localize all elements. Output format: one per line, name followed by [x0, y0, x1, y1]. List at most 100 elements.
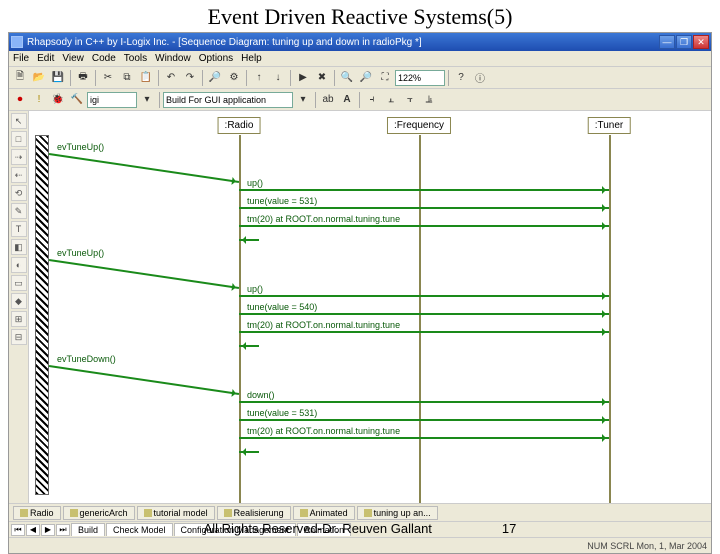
message-tm3[interactable]: [239, 437, 609, 439]
message-tuneup1[interactable]: [49, 153, 239, 183]
condition-tool-icon[interactable]: ◧: [11, 239, 27, 255]
stop-icon[interactable]: ✖: [313, 69, 331, 87]
minimize-button[interactable]: —: [659, 35, 675, 49]
help-icon[interactable]: ?: [452, 69, 470, 87]
dropdown2-icon[interactable]: ▾: [294, 91, 312, 109]
message-up1[interactable]: [239, 189, 609, 191]
menu-tools[interactable]: Tools: [124, 53, 147, 64]
text-icon[interactable]: ab: [319, 91, 337, 109]
zoom-out-icon[interactable]: 🔎: [357, 69, 375, 87]
open-icon[interactable]: 📂: [30, 69, 48, 87]
tool-palette: ↖ □ ⇢ ⇠ ⟲ ✎ T ◧ ◐ ▭ ◆ ⊞ ⊟: [9, 111, 29, 503]
menu-window[interactable]: Window: [155, 53, 191, 64]
close-button[interactable]: ✕: [693, 35, 709, 49]
save-icon[interactable]: 💾: [49, 69, 67, 87]
message-ret3[interactable]: [239, 451, 259, 453]
zoom-in-icon[interactable]: 🔍: [338, 69, 356, 87]
dropdown-icon[interactable]: ▾: [138, 91, 156, 109]
align2-icon[interactable]: ⫠: [382, 91, 400, 109]
browse-icon[interactable]: 🔎: [206, 69, 224, 87]
tab-tuning[interactable]: tuning up an...: [357, 506, 438, 520]
select-tool-icon[interactable]: ↖: [11, 113, 27, 129]
diagram-icon: [20, 509, 28, 517]
align4-icon[interactable]: ⫡: [420, 91, 438, 109]
tab-tutorial[interactable]: tutorial model: [137, 506, 215, 520]
sequence-diagram[interactable]: :Radio:Frequency:TunerevTuneUp()up()tune…: [29, 111, 711, 503]
build-icon[interactable]: 🔨: [68, 91, 86, 109]
align3-icon[interactable]: ⫟: [401, 91, 419, 109]
run-icon[interactable]: !: [30, 91, 48, 109]
font-icon[interactable]: A: [338, 91, 356, 109]
self-msg-tool-icon[interactable]: ⟲: [11, 185, 27, 201]
go-icon[interactable]: ▶: [294, 69, 312, 87]
message-down1[interactable]: [239, 401, 609, 403]
zoom-combo[interactable]: 122%: [395, 70, 445, 86]
lifeline-head-tuner[interactable]: :Tuner: [588, 117, 631, 134]
menu-help[interactable]: Help: [241, 53, 262, 64]
collapse-tool-icon[interactable]: ⊟: [11, 329, 27, 345]
config-combo[interactable]: igi: [87, 92, 137, 108]
toolbar-build: ⏺ ! 🐞 🔨 igi ▾ Build For GUI application …: [9, 89, 711, 111]
message-up2[interactable]: [239, 295, 609, 297]
lifeline-head-radio[interactable]: :Radio: [218, 117, 261, 134]
up-icon[interactable]: ↑: [250, 69, 268, 87]
frame-tool-icon[interactable]: ▭: [11, 275, 27, 291]
message-ret2[interactable]: [239, 345, 259, 347]
message-label-tuneup1: evTuneUp(): [57, 142, 104, 152]
message-tuneup2[interactable]: [49, 259, 239, 289]
environment-bar[interactable]: [35, 135, 49, 495]
features-icon[interactable]: ⚙: [225, 69, 243, 87]
reply-tool-icon[interactable]: ⇠: [11, 167, 27, 183]
toolbar-main: 🗎 📂 💾 🖶 ✂ ⧉ 📋 ↶ ↷ 🔎 ⚙ ↑ ↓ ▶ ✖ 🔍 🔎 ⛶ 122%…: [9, 67, 711, 89]
tab-radio[interactable]: Radio: [13, 506, 61, 520]
tab-generic[interactable]: genericArch: [63, 506, 135, 520]
align1-icon[interactable]: ⫞: [363, 91, 381, 109]
redo-icon[interactable]: ↷: [181, 69, 199, 87]
message-label-down1: down(): [247, 390, 275, 400]
message-tune3[interactable]: [239, 419, 609, 421]
print-icon[interactable]: 🖶: [74, 69, 92, 87]
expand-tool-icon[interactable]: ⊞: [11, 311, 27, 327]
message-tune2[interactable]: [239, 313, 609, 315]
project-combo[interactable]: Build For GUI application: [163, 92, 293, 108]
menu-file[interactable]: File: [13, 53, 29, 64]
paste-icon[interactable]: 📋: [137, 69, 155, 87]
message-tunedown[interactable]: [49, 365, 239, 395]
debug-icon[interactable]: 🐞: [49, 91, 67, 109]
maximize-button[interactable]: ❐: [676, 35, 692, 49]
menu-edit[interactable]: Edit: [37, 53, 54, 64]
decision-tool-icon[interactable]: ◆: [11, 293, 27, 309]
window-title: Rhapsody in C++ by I-Logix Inc. - [Seque…: [27, 37, 659, 48]
undo-icon[interactable]: ↶: [162, 69, 180, 87]
message-ret1[interactable]: [239, 239, 259, 241]
menu-options[interactable]: Options: [199, 53, 233, 64]
message-tm1[interactable]: [239, 225, 609, 227]
diagram-icon: [364, 509, 372, 517]
tab-animated[interactable]: Animated: [293, 506, 355, 520]
message-label-tune3: tune(value = 531): [247, 408, 317, 418]
message-tune1[interactable]: [239, 207, 609, 209]
message-tm2[interactable]: [239, 331, 609, 333]
new-icon[interactable]: 🗎: [11, 69, 29, 87]
state-tool-icon[interactable]: ◐: [11, 257, 27, 273]
fit-icon[interactable]: ⛶: [376, 69, 394, 87]
lifeline-head-frequency[interactable]: :Frequency: [387, 117, 451, 134]
note-tool-icon[interactable]: ✎: [11, 203, 27, 219]
down-icon[interactable]: ↓: [269, 69, 287, 87]
anim-icon[interactable]: ⏺: [11, 91, 29, 109]
copy-icon[interactable]: ⧉: [118, 69, 136, 87]
instance-tool-icon[interactable]: □: [11, 131, 27, 147]
message-label-tuneup2: evTuneUp(): [57, 248, 104, 258]
statusbar: NUM SCRL Mon, 1, Mar 2004: [9, 537, 711, 553]
cut-icon[interactable]: ✂: [99, 69, 117, 87]
about-icon[interactable]: ⓘ: [471, 69, 489, 87]
tab-real[interactable]: Realisierung: [217, 506, 291, 520]
page-number: 17: [502, 521, 516, 536]
text-tool-icon[interactable]: T: [11, 221, 27, 237]
menu-view[interactable]: View: [62, 53, 84, 64]
slide-title: Event Driven Reactive Systems(5): [0, 0, 720, 32]
diagram-icon: [224, 509, 232, 517]
message-tool-icon[interactable]: ⇢: [11, 149, 27, 165]
menu-code[interactable]: Code: [92, 53, 116, 64]
message-label-tm1: tm(20) at ROOT.on.normal.tuning.tune: [247, 214, 400, 224]
